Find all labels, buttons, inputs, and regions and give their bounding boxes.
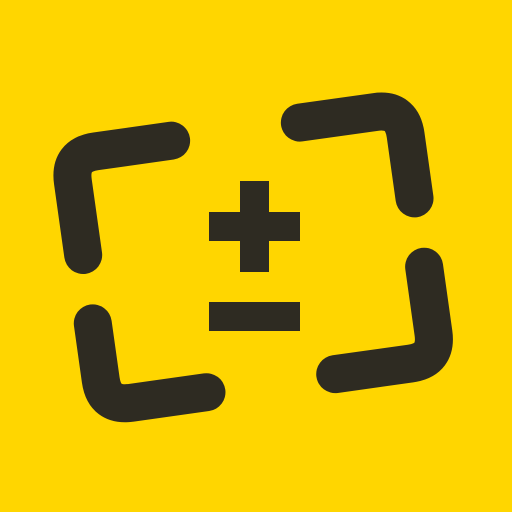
scan-calculator-icon	[0, 0, 512, 512]
app-icon	[0, 0, 512, 512]
minus-sign-icon	[209, 302, 300, 331]
